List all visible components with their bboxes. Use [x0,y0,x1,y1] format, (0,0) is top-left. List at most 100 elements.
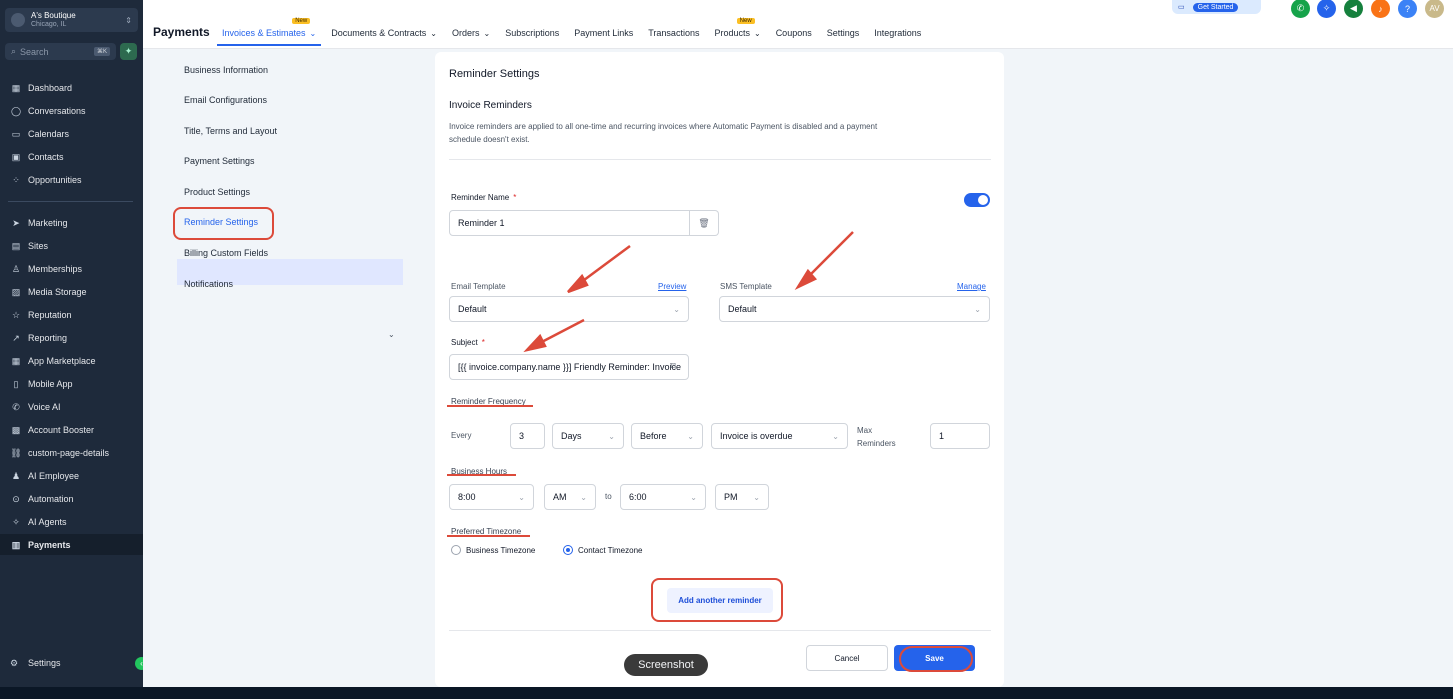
sidebar-item-custom-page[interactable]: ⛓ custom-page-details [10,445,109,461]
chevron-down-icon[interactable]: ⌄ [388,330,395,339]
sidebar-item-conversations[interactable]: ◯ Conversations [10,103,86,119]
sidebar-item-label: custom-page-details [28,448,110,458]
max-reminders-input[interactable]: 1 [930,423,990,449]
hours-from-ampm-select[interactable]: AM ⌄ [544,484,596,510]
booster-icon: ▩ [11,424,21,435]
magic-icon[interactable]: ✧ [1317,0,1336,18]
sidebar-item-app-marketplace[interactable]: ▦ App Marketplace [10,353,96,369]
sidebar-item-label: Mobile App [28,379,73,389]
tag-icon[interactable]: ⌑ [671,361,676,372]
sparkle-icon: ✦ [124,46,133,56]
business-timezone-radio[interactable] [451,545,461,555]
hours-to-ampm-select[interactable]: PM ⌄ [715,484,769,510]
reminder-name-input[interactable]: Reminder 1 [449,210,690,236]
sidebar-item-ai-employee[interactable]: ♟ AI Employee [10,468,79,484]
submenu-item-title-terms-layout[interactable]: Title, Terms and Layout [184,126,277,136]
sidebar-item-payments[interactable]: ▥ Payments [10,537,71,553]
receipt-icon: ▥ [11,539,21,550]
sms-template-select[interactable]: Default ⌄ [719,296,990,322]
sidebar-item-settings[interactable]: ⚙ Settings [10,655,61,671]
top-bar: Payments Invoices & Estimates ⌄ New Docume… [143,0,1453,49]
hours-from-value: 8:00 [458,492,476,502]
get-started-banner[interactable]: ▭ Get Started [1172,0,1261,14]
submenu-item-payment-settings[interactable]: Payment Settings [184,156,255,166]
submenu-item-product-settings[interactable]: Product Settings [184,187,250,197]
sidebar-item-mobile-app[interactable]: ▯ Mobile App [10,376,73,392]
hours-to-ampm-value: PM [724,492,738,502]
event-select[interactable]: Invoice is overdue ⌄ [711,423,848,449]
sidebar-item-opportunities[interactable]: ⁘ Opportunities [10,172,81,188]
every-label: Every [451,431,472,440]
submenu-item-billing-custom-fields[interactable]: Billing Custom Fields [184,248,268,258]
reminder-enabled-toggle[interactable] [964,193,990,207]
chevron-down-icon: ⌄ [483,28,491,38]
sidebar-item-calendars[interactable]: ▭ Calendars [10,126,69,142]
megaphone-icon[interactable]: ◀ [1344,0,1363,18]
sidebar-item-marketing[interactable]: ➤ Marketing [10,215,68,231]
quick-action-button[interactable]: ✦ [120,43,137,60]
contact-timezone-radio[interactable] [563,545,573,555]
chat-icon: ◯ [10,105,22,116]
sidebar-item-label: Marketing [28,218,68,228]
sidebar-item-reputation[interactable]: ☆ Reputation [10,307,72,323]
search-shortcut: ⌘K [93,47,110,56]
tab-label: Settings [826,28,860,38]
sidebar-item-dashboard[interactable]: ▦ Dashboard [10,80,72,96]
tab-transactions[interactable]: Transactions [648,28,699,38]
help-icon[interactable]: ? [1398,0,1417,18]
chevron-down-icon: ⌄ [580,492,587,502]
tab-orders[interactable]: Orders ⌄ [452,28,490,38]
location-switcher[interactable]: A's Boutique Chicago, IL ⇕ [5,8,138,32]
submenu-item-business-information[interactable]: Business Information [184,65,268,75]
tab-documents-contracts[interactable]: Documents & Contracts ⌄ [331,28,437,38]
search-placeholder: Search [20,46,49,57]
delete-reminder-button[interactable]: 🗑 [690,210,719,236]
sidebar-item-media-storage[interactable]: ▨ Media Storage [10,284,87,300]
submenu-item-notifications[interactable]: Notifications [184,279,233,289]
tab-settings[interactable]: Settings [827,28,860,38]
email-template-label: Email Template [451,282,506,291]
tab-integrations[interactable]: Integrations [874,28,921,38]
calendar-icon: ▭ [11,128,21,139]
avatar[interactable]: AV [1425,0,1444,18]
preview-link[interactable]: Preview [658,282,686,291]
annotation-underline-frequency [447,405,533,407]
tab-coupons[interactable]: Coupons [776,28,812,38]
manage-link[interactable]: Manage [957,282,986,291]
sidebar-item-label: Reputation [28,310,72,320]
submenu-item-email-configurations[interactable]: Email Configurations [184,95,267,105]
unit-select[interactable]: Days ⌄ [552,423,624,449]
sidebar-item-ai-agents[interactable]: ✧ AI Agents [10,514,66,530]
tab-invoices-estimates[interactable]: Invoices & Estimates ⌄ New [222,18,316,38]
phone-icon[interactable]: ✆ [1291,0,1310,18]
email-template-select[interactable]: Default ⌄ [449,296,689,322]
sidebar-item-label: Reporting [28,333,68,343]
sidebar-item-reporting[interactable]: ↗ Reporting [10,330,67,346]
sidebar-item-voice-ai[interactable]: ✆ Voice AI [10,399,60,415]
tab-subscriptions[interactable]: Subscriptions [505,28,559,38]
bell-icon[interactable]: ♪ [1371,0,1390,18]
sidebar-item-label: Automation [28,494,74,504]
timing-value: Before [640,431,667,441]
get-started-button[interactable]: Get Started [1192,2,1239,12]
sidebar-item-label: Memberships [28,264,83,274]
sidebar-item-automation[interactable]: ⊙ Automation [10,491,74,507]
subject-input[interactable]: [{{ invoice.company.name }}] Friendly Re… [449,354,689,380]
hours-to-select[interactable]: 6:00 ⌄ [620,484,706,510]
tab-products[interactable]: Products ⌄ New [714,18,761,38]
every-number-input[interactable]: 3 [510,423,545,449]
location-icon [11,13,25,27]
timing-select[interactable]: Before ⌄ [631,423,703,449]
tab-payment-links[interactable]: Payment Links [574,28,633,38]
trend-icon: ↗ [12,332,20,343]
search-input[interactable]: ⌕ Search ⌘K [5,43,116,60]
annotation-box-add-reminder [651,578,783,622]
cancel-button[interactable]: Cancel [806,645,888,671]
new-badge: New [736,18,755,24]
chevron-down-icon: ⌄ [673,304,680,314]
sidebar-item-contacts[interactable]: ▣ Contacts [10,149,64,165]
sidebar-item-account-booster[interactable]: ▩ Account Booster [10,422,94,438]
sidebar-item-sites[interactable]: ▤ Sites [10,238,48,254]
hours-from-select[interactable]: 8:00 ⌄ [449,484,534,510]
sidebar-item-memberships[interactable]: ♙ Memberships [10,261,82,277]
